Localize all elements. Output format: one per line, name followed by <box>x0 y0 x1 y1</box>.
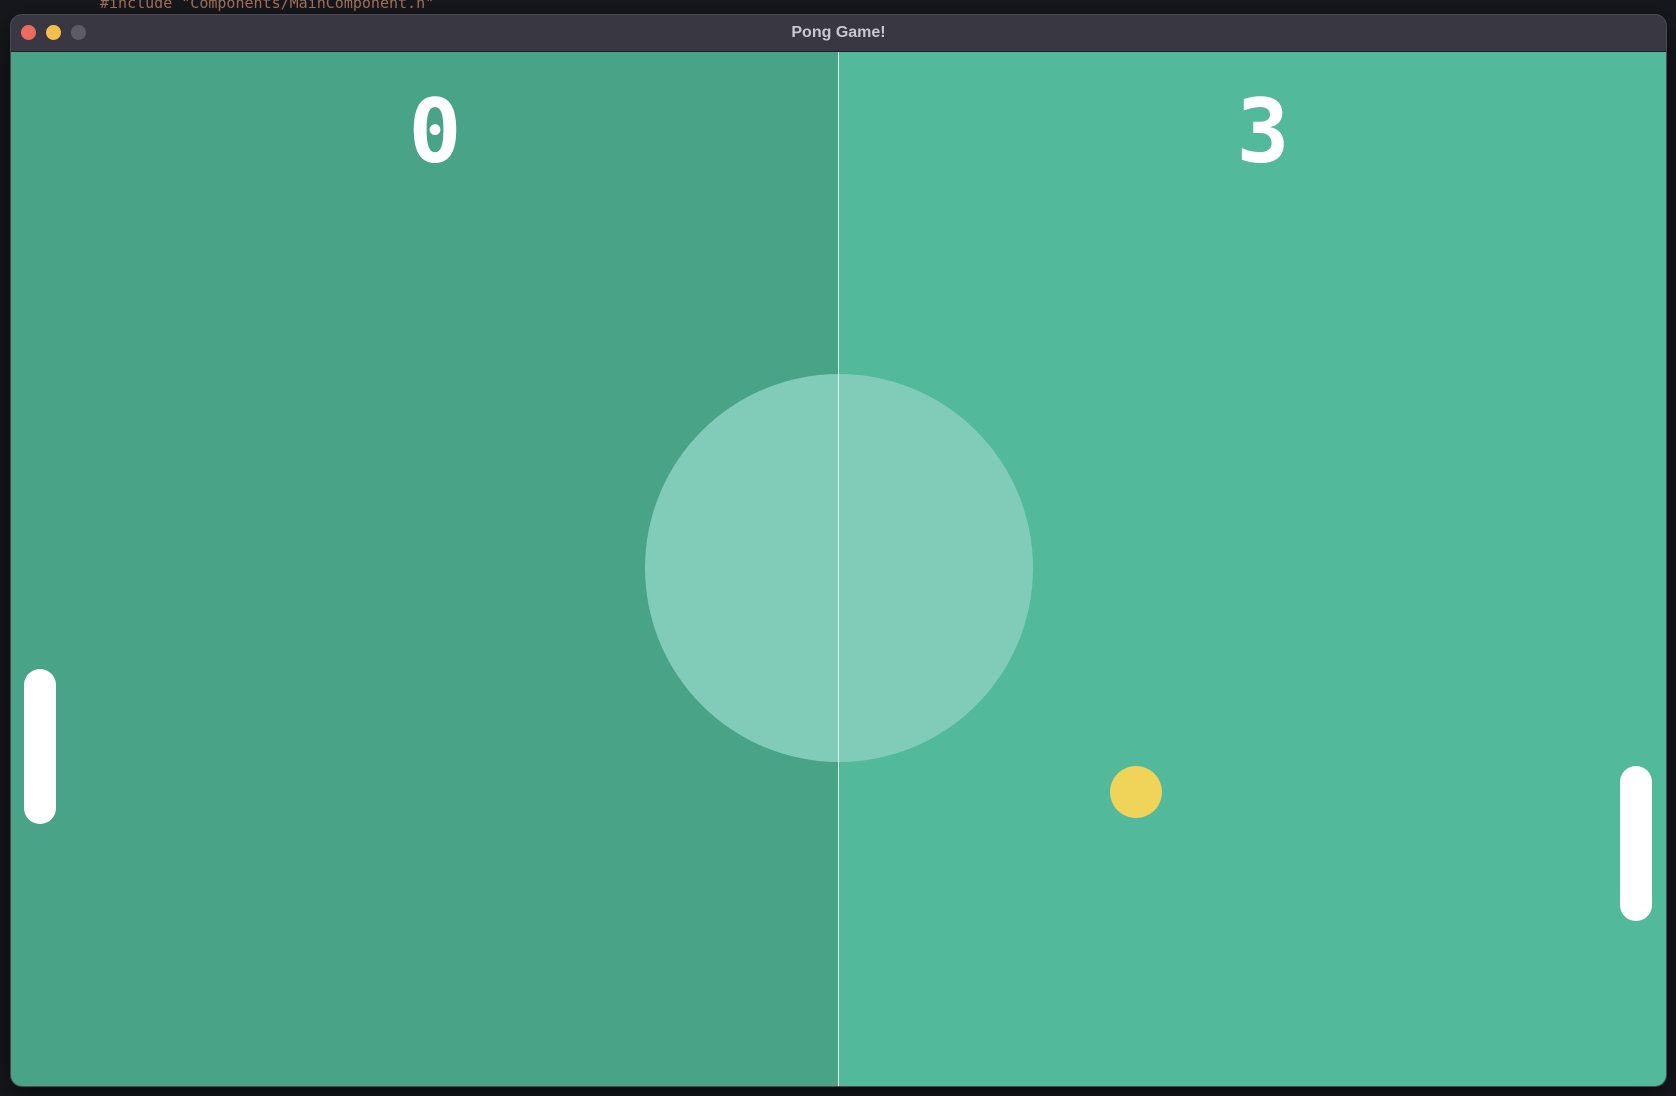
left-score: 0 <box>408 80 462 183</box>
desktop: #include "Components/MainComponent.h" Po… <box>0 0 1676 1096</box>
game-field[interactable]: 0 3 <box>11 52 1666 1086</box>
right-paddle <box>1620 766 1652 921</box>
right-score: 3 <box>1236 80 1290 183</box>
window-title: Pong Game! <box>791 24 886 41</box>
ball <box>1110 766 1162 818</box>
background-code-text: #include "Components/MainComponent.h" <box>100 0 435 12</box>
left-paddle <box>24 669 56 824</box>
title-bar[interactable]: Pong Game! <box>11 15 1666 52</box>
pong-game-window: Pong Game! 0 3 <box>11 15 1666 1086</box>
center-line <box>838 52 839 1086</box>
center-circle <box>645 374 1033 762</box>
